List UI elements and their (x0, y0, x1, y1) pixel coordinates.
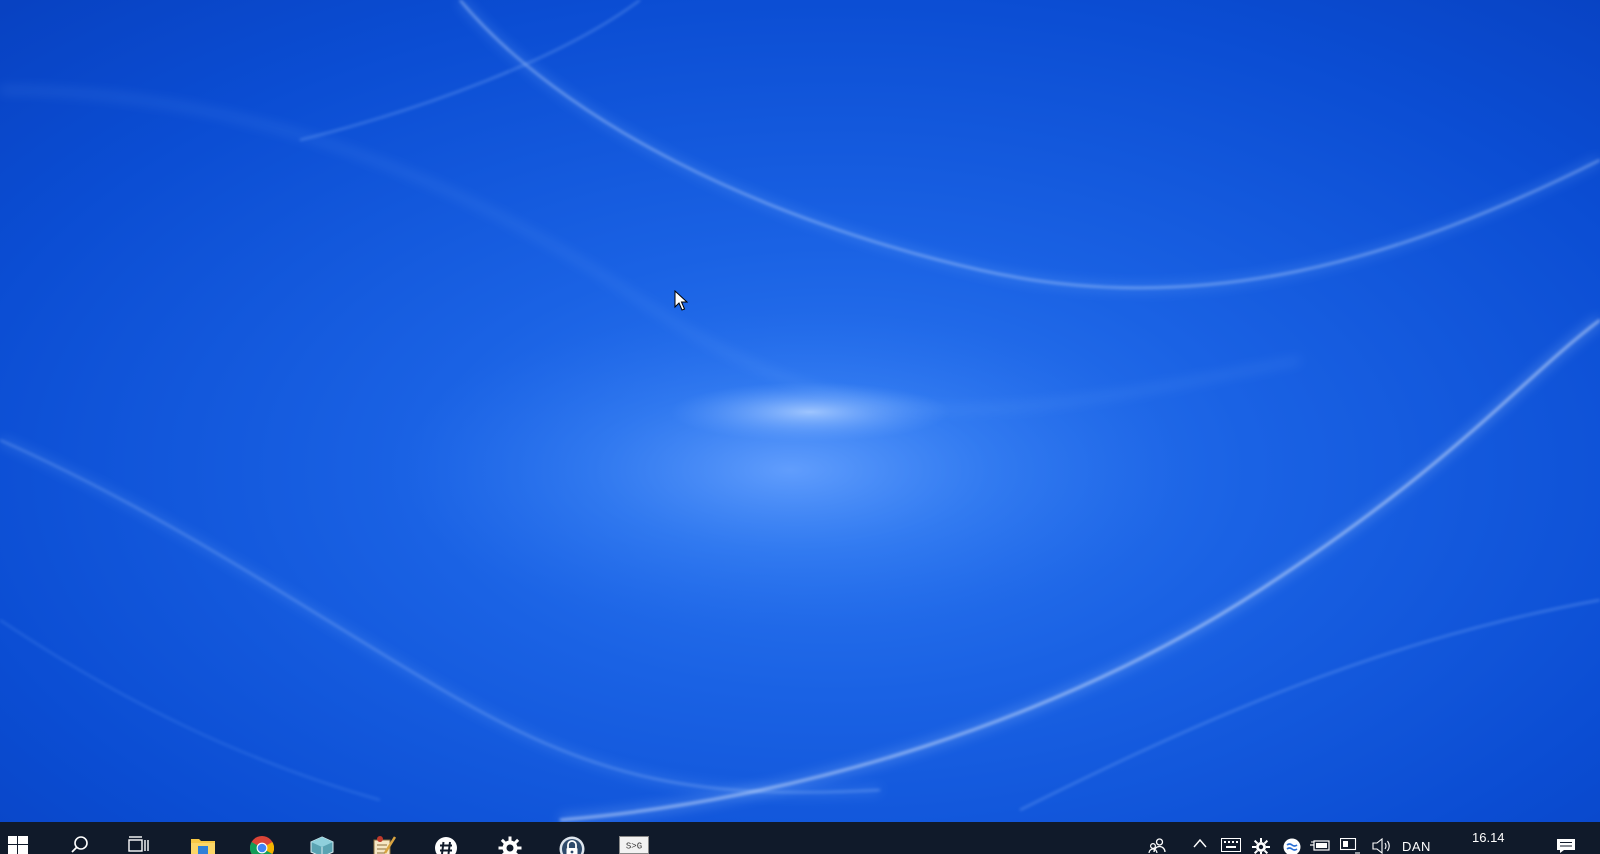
show-hidden-icons-button[interactable] (1190, 822, 1210, 854)
slack-hash-icon (435, 837, 457, 854)
taskbar-app-slack[interactable] (422, 822, 470, 854)
power-plug-icon (1310, 840, 1330, 851)
taskbar-app-chrome[interactable] (238, 822, 286, 854)
folder-icon (191, 839, 215, 854)
search-icon (71, 836, 88, 853)
people-icon (1148, 838, 1166, 854)
tray-network-button[interactable] (1338, 822, 1362, 854)
gear-icon (498, 836, 522, 854)
search-button[interactable] (56, 822, 104, 854)
start-button[interactable] (0, 822, 42, 854)
tray-ferdi-button[interactable] (1280, 822, 1304, 854)
speaker-icon (1372, 838, 1390, 854)
desktop[interactable] (0, 0, 1600, 854)
chrome-icon (250, 836, 274, 854)
taskbar-app-terminal[interactable]: S>G (610, 822, 658, 854)
terminal-label: S>G (626, 842, 642, 852)
wallpaper (0, 0, 1600, 854)
taskbar-app-settings[interactable] (486, 822, 534, 854)
lock-icon (559, 836, 585, 854)
tray-power-button[interactable] (1308, 822, 1332, 854)
action-center-button[interactable] (1548, 822, 1584, 854)
taskbar-app-editor[interactable] (360, 822, 408, 854)
network-icon (1340, 838, 1360, 854)
notepad-pen-icon (373, 836, 397, 854)
taskbar-clock[interactable]: 16.14 (1472, 830, 1505, 845)
taskbar: S>G DAN 16.14 (0, 822, 1600, 854)
tray-keyboard-button[interactable] (1219, 822, 1243, 854)
tray-volume-button[interactable] (1370, 822, 1394, 854)
keyboard-icon (1221, 838, 1241, 852)
action-center-icon (1557, 839, 1575, 853)
task-view-button[interactable] (115, 822, 163, 854)
taskbar-app-keepass[interactable] (548, 822, 596, 854)
chevron-up-icon (1193, 838, 1207, 848)
waves-icon (1283, 838, 1301, 854)
task-view-icon (128, 836, 149, 852)
people-button[interactable] (1146, 822, 1168, 854)
taskbar-app-file-explorer[interactable] (179, 822, 227, 854)
terminal-icon: S>G (619, 836, 649, 854)
gear-tray-icon (1252, 838, 1270, 854)
virtualbox-cube-icon (310, 836, 334, 854)
mouse-cursor-icon (674, 290, 688, 311)
input-language-indicator[interactable]: DAN (1402, 839, 1431, 854)
tray-app-button[interactable] (1249, 822, 1273, 854)
windows-logo-icon (8, 836, 28, 854)
taskbar-app-virtualbox[interactable] (298, 822, 346, 854)
